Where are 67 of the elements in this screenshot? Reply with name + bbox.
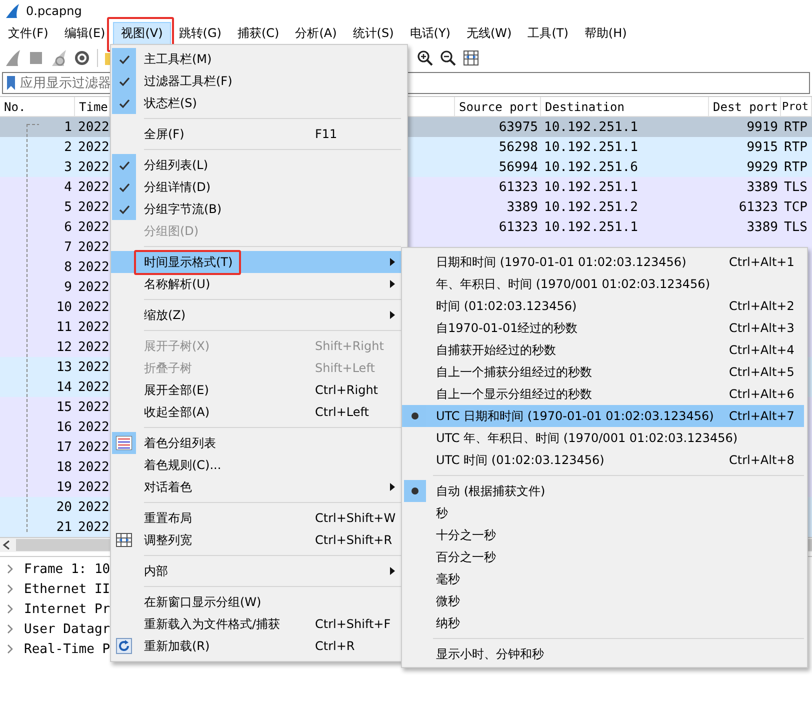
- table-cell-text: 2022: [77, 480, 110, 494]
- table-cell-text: 5: [63, 200, 73, 214]
- table-cell-text: 2022: [77, 400, 110, 414]
- table-cell-text: 61323: [498, 220, 539, 234]
- table-cell-text: 56298: [498, 140, 539, 154]
- table-cell-text: 12: [55, 340, 73, 354]
- table-cell-text: 17: [55, 440, 73, 454]
- table-cell-text: 2022: [77, 280, 110, 294]
- table-cell-text: 13: [55, 360, 73, 374]
- table-cell-text: RTP: [783, 120, 808, 134]
- table-cell-text: 63975: [498, 120, 539, 134]
- table-cell-text: 14: [55, 380, 73, 394]
- table-cell-text: 18: [55, 460, 73, 474]
- table-cell-text: 2022: [77, 120, 110, 134]
- table-cell-text: 2022: [77, 380, 110, 394]
- table-cell-text: 15: [55, 400, 73, 414]
- window-title: 0.pcapng: [26, 4, 82, 18]
- table-cell-text: 2022: [77, 320, 110, 334]
- table-cell-text: 9: [63, 280, 73, 294]
- table-cell-text: 2022: [77, 520, 110, 534]
- table-cell-text: 9929: [746, 160, 779, 174]
- table-cell-text: 2022: [77, 240, 110, 254]
- table-cell-text: TCP: [783, 200, 808, 214]
- table-cell-text: 9919: [746, 120, 779, 134]
- table-cell-text: 20: [55, 500, 73, 514]
- table-cell-text: RTP: [783, 160, 808, 174]
- table-cell-text: 19: [55, 480, 73, 494]
- table-cell-text: 16: [55, 420, 73, 434]
- table-cell-text: 10.192.251.1: [543, 120, 639, 134]
- table-cell-text: 2022: [77, 200, 110, 214]
- table-cell-text: 21: [55, 520, 73, 534]
- table-cell-text: 10.192.251.6: [543, 160, 639, 174]
- table-cell-text: 2022: [77, 140, 110, 154]
- table-cell-text: 10.192.251.1: [543, 220, 639, 234]
- table-cell-text: 2022: [77, 420, 110, 434]
- table-cell-text: 61323: [498, 180, 539, 194]
- table-cell-text: 2022: [77, 220, 110, 234]
- table-cell-text: 3389: [506, 200, 539, 214]
- table-cell-text: 1: [63, 120, 73, 134]
- table-cell-text: 3389: [746, 180, 779, 194]
- table-cell-text: 2022: [77, 160, 110, 174]
- table-cell-text: 10.192.251.1: [543, 140, 639, 154]
- table-cell-text: 2: [63, 140, 73, 154]
- table-cell-text: 56994: [498, 160, 539, 174]
- table-cell-text: 3389: [746, 220, 779, 234]
- table-cell-text: 2022: [77, 180, 110, 194]
- table-cell-text: 11: [55, 320, 73, 334]
- table-cell-text: 61323: [738, 200, 779, 214]
- table-cell-text: 10: [55, 300, 73, 314]
- table-cell-text: 4: [63, 180, 73, 194]
- table-cell-text: 10.192.251.2: [543, 200, 639, 214]
- table-cell-text: 2022: [77, 340, 110, 354]
- table-cell-text: TLS: [783, 180, 808, 194]
- table-cell-text: 6: [63, 220, 73, 234]
- table-cell-text: 2022: [77, 500, 110, 514]
- table-cell-text: 7: [63, 240, 73, 254]
- table-cell-text: 2022: [77, 460, 110, 474]
- table-cell-text: TLS: [783, 220, 808, 234]
- table-cell-text: 3: [63, 160, 73, 174]
- table-cell-text: 8: [63, 260, 73, 274]
- table-cell-text: 2022: [77, 440, 110, 454]
- table-cell-text: 9915: [746, 140, 779, 154]
- table-cell-text: RTP: [783, 140, 808, 154]
- table-cell-text: 10.192.251.1: [543, 180, 639, 194]
- table-cell-text: 2022: [77, 260, 110, 274]
- table-cell-text: 2022: [77, 360, 110, 374]
- table-cell-text: 2022: [77, 300, 110, 314]
